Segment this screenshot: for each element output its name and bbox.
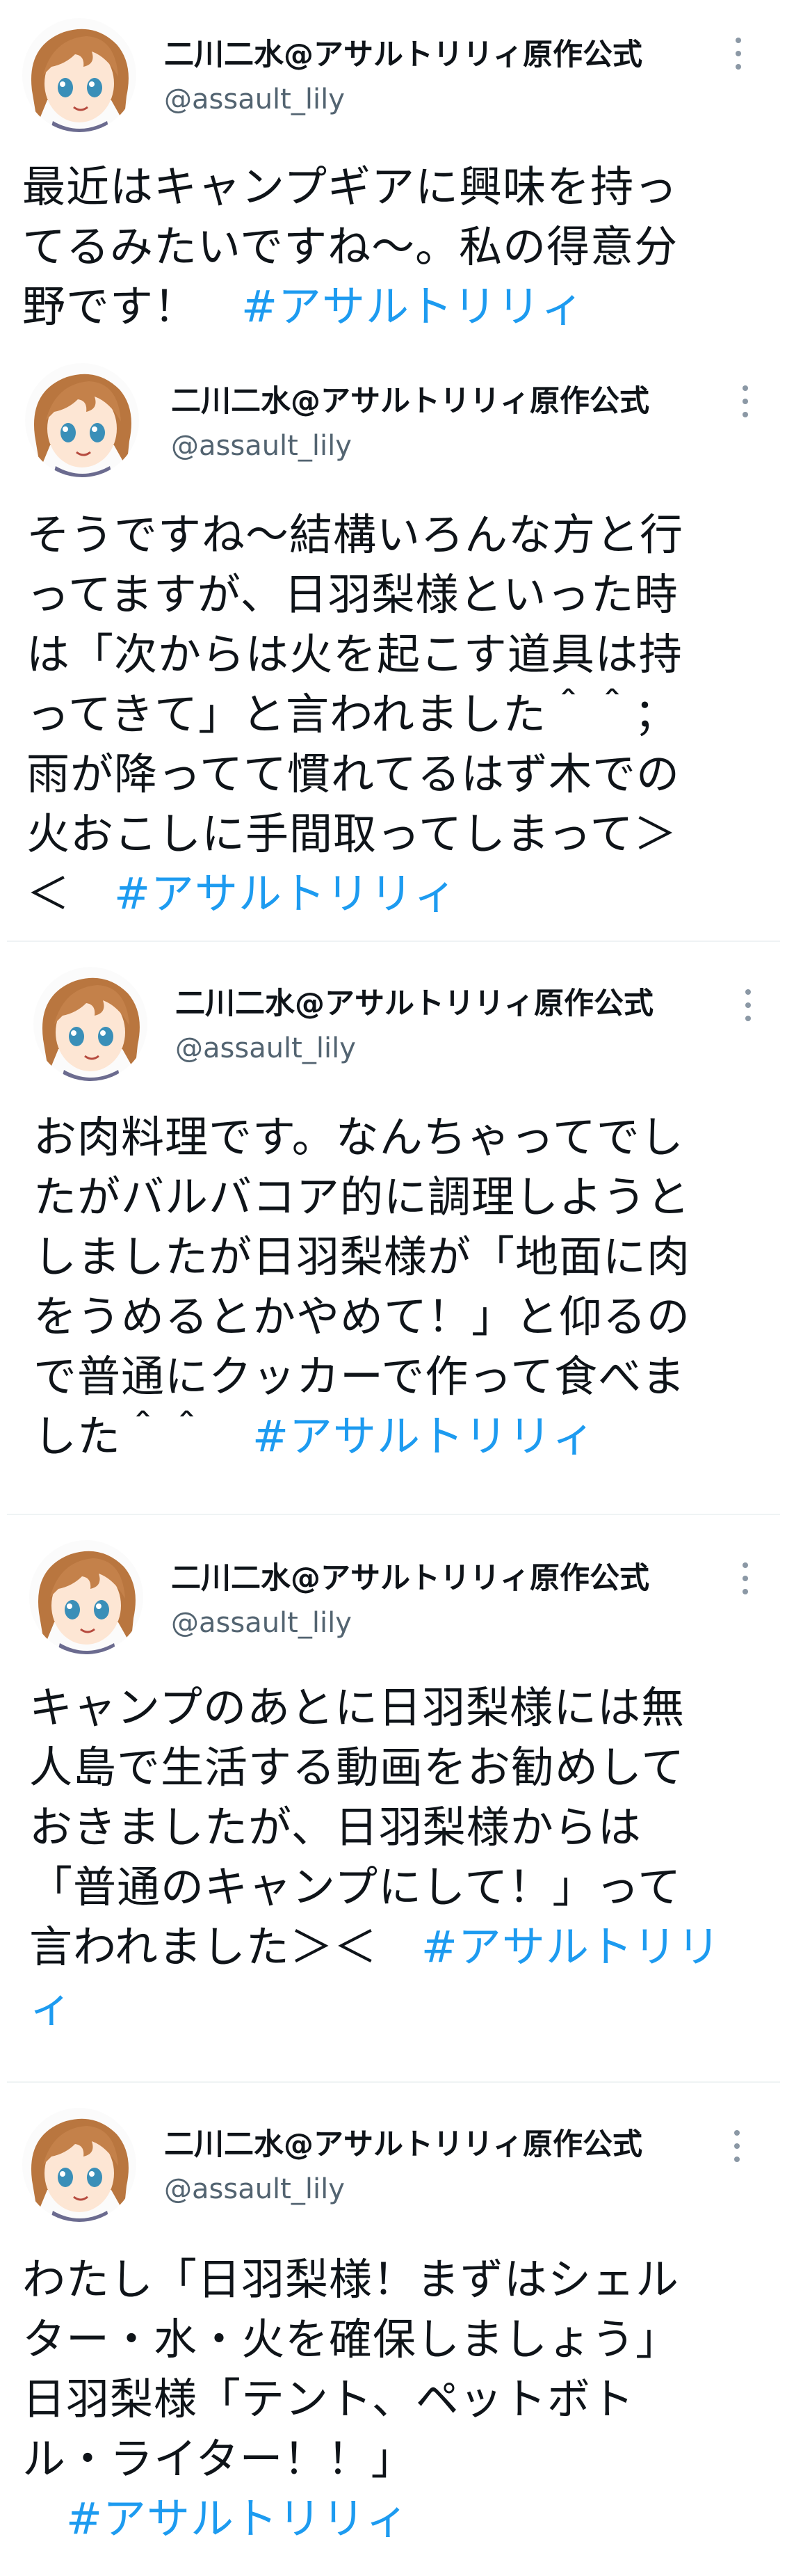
hashtag-link[interactable]: #アサルトリリィ <box>114 868 457 919</box>
more-options-icon[interactable] <box>744 989 752 1025</box>
display-name[interactable]: 二川二水@アサルトリリィ原作公式 <box>171 1554 649 1597</box>
avatar[interactable] <box>22 18 136 132</box>
tweet-text: そうですね〜結構いろんな方と行 ってますが、日羽梨様といった時 は「次からは火を… <box>26 505 683 924</box>
display-name[interactable]: 二川二水@アサルトリリィ原作公式 <box>164 2120 642 2163</box>
user-handle[interactable]: @assault_lily <box>171 430 352 462</box>
tweet-text: 最近はキャンプギアに興味を持っ てるみたいですね〜。私の得意分 野です！ #アサ… <box>22 157 678 337</box>
tweet-separator <box>7 1514 780 1515</box>
tweet-text: お肉料理です。なんちゃってでし たがバルバコア的に調理しようと しましたが日羽梨… <box>33 1107 690 1466</box>
hashtag-link[interactable]: #アサルトリリィ <box>252 1411 596 1462</box>
tweet-body: お肉料理です。なんちゃってでし たがバルバコア的に調理しようと しましたが日羽梨… <box>33 1112 691 1462</box>
more-options-icon[interactable] <box>734 38 743 74</box>
avatar[interactable] <box>25 363 139 477</box>
tweet-text: わたし「日羽梨様！まずはシェル ター・水・火を確保しましょう」 日羽梨様「テント… <box>22 2250 679 2549</box>
more-options-icon[interactable] <box>741 1562 749 1599</box>
tweet-text: キャンプのあとに日羽梨様には無 人島で生活する動画をお勧めして おきましたが、日… <box>29 1678 721 2037</box>
tweet-body: そうですね〜結構いろんな方と行 ってますが、日羽梨様といった時 は「次からは火を… <box>26 509 684 919</box>
avatar[interactable] <box>29 1540 143 1654</box>
more-options-icon[interactable] <box>733 2130 741 2166</box>
user-handle[interactable]: @assault_lily <box>164 2173 345 2205</box>
hashtag-link[interactable]: #アサルトリリィ <box>241 281 585 332</box>
display-name[interactable]: 二川二水@アサルトリリィ原作公式 <box>164 31 642 74</box>
avatar[interactable] <box>33 967 147 1081</box>
hashtag-link[interactable]: #アサルトリリィ <box>66 2493 409 2544</box>
tweet-separator <box>7 941 780 942</box>
avatar[interactable] <box>22 2108 136 2222</box>
display-name[interactable]: 二川二水@アサルトリリィ原作公式 <box>175 979 654 1023</box>
user-handle[interactable]: @assault_lily <box>164 83 345 115</box>
user-handle[interactable]: @assault_lily <box>171 1607 352 1639</box>
user-handle[interactable]: @assault_lily <box>175 1032 356 1064</box>
display-name[interactable]: 二川二水@アサルトリリィ原作公式 <box>171 377 649 420</box>
more-options-icon[interactable] <box>741 385 749 422</box>
tweet-separator <box>7 2081 780 2083</box>
